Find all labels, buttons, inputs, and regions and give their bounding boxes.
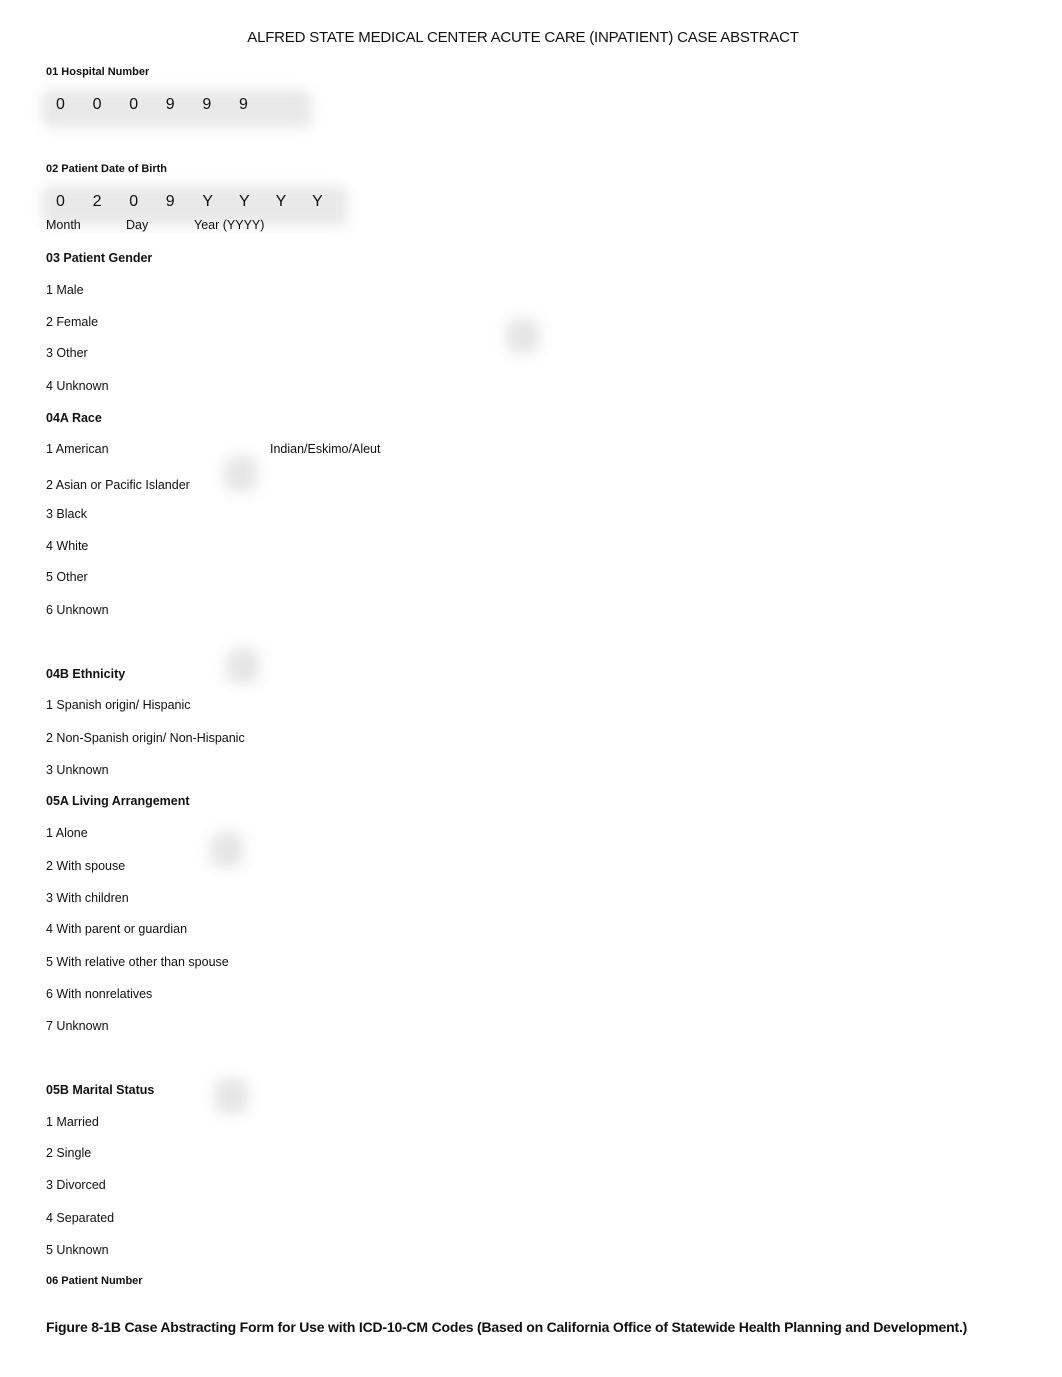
living-arrangement-code-box[interactable] xyxy=(210,832,244,868)
ethnicity-label: 04B Ethnicity xyxy=(46,667,126,681)
dob-day-label: Day xyxy=(126,218,149,232)
gender-option: 3 Other xyxy=(46,346,88,360)
ethnicity-option: 1 Spanish origin/ Hispanic xyxy=(46,698,191,712)
living-arrangement-option: 5 With relative other than spouse xyxy=(46,955,229,969)
race-option-continuation: Indian/Eskimo/Aleut xyxy=(270,442,381,456)
living-arrangement-option: 3 With children xyxy=(46,891,129,905)
dob-month-label: Month xyxy=(46,218,81,232)
dob-digit: Y xyxy=(275,193,287,210)
race-option: 4 White xyxy=(46,539,89,553)
marital-status-label: 05B Marital Status xyxy=(46,1083,155,1097)
figure-caption: Figure 8-1B Case Abstracting Form for Us… xyxy=(46,1319,968,1335)
hospital-number-digits: 0 0 0 9 9 9 xyxy=(56,96,276,114)
living-arrangement-option: 1 Alone xyxy=(46,826,88,840)
gender-option: 1 Male xyxy=(46,283,84,297)
patient-number-label: 06 Patient Number xyxy=(46,1275,143,1287)
marital-status-option: 3 Divorced xyxy=(46,1178,106,1192)
hospital-number-digit: 9 xyxy=(165,96,175,113)
dob-digit: Y xyxy=(238,193,250,210)
race-code-box[interactable] xyxy=(224,456,258,492)
ethnicity-option: 3 Unknown xyxy=(46,763,109,777)
gender-option: 4 Unknown xyxy=(46,379,109,393)
race-option: 2 Asian or Pacific Islander xyxy=(46,478,190,492)
marital-status-code-box[interactable] xyxy=(214,1078,248,1114)
dob-year-label: Year (YYYY) xyxy=(194,218,265,232)
living-arrangement-option: 4 With parent or guardian xyxy=(46,922,188,936)
dob-digit: 9 xyxy=(165,193,175,210)
form-title: ALFRED STATE MEDICAL CENTER ACUTE CARE (… xyxy=(247,29,799,46)
ethnicity-option: 2 Non-Spanish origin/ Non-Hispanic xyxy=(46,731,245,745)
marital-status-option: 1 Married xyxy=(46,1115,99,1129)
living-arrangement-label: 05A Living Arrangement xyxy=(46,794,190,808)
ethnicity-code-box[interactable] xyxy=(226,648,260,684)
gender-option: 2 Female xyxy=(46,315,99,329)
marital-status-option: 4 Separated xyxy=(46,1211,115,1225)
living-arrangement-option: 7 Unknown xyxy=(46,1019,109,1033)
dob-digit: 0 xyxy=(129,193,139,210)
marital-status-option: 5 Unknown xyxy=(46,1243,109,1257)
dob-digits: 0 2 0 9 Y Y Y Y xyxy=(56,193,349,211)
hospital-number-digit: 0 xyxy=(92,96,102,113)
dob-label: 02 Patient Date of Birth xyxy=(46,163,168,175)
living-arrangement-option: 6 With nonrelatives xyxy=(46,987,153,1001)
hospital-number-digit: 9 xyxy=(202,96,212,113)
race-option: 1 American xyxy=(46,442,109,456)
gender-code-box[interactable] xyxy=(506,318,540,354)
race-label: 04A Race xyxy=(46,411,102,425)
marital-status-option: 2 Single xyxy=(46,1146,92,1160)
dob-digit: Y xyxy=(202,193,214,210)
hospital-number-digit: 0 xyxy=(56,96,65,113)
hospital-number-label: 01 Hospital Number xyxy=(46,66,150,78)
race-option: 5 Other xyxy=(46,570,88,584)
race-option: 6 Unknown xyxy=(46,603,109,617)
dob-digit: Y xyxy=(312,193,323,210)
gender-label: 03 Patient Gender xyxy=(46,251,153,265)
dob-digit: 2 xyxy=(92,193,102,210)
hospital-number-digit: 0 xyxy=(129,96,139,113)
living-arrangement-option: 2 With spouse xyxy=(46,859,126,873)
race-option: 3 Black xyxy=(46,507,87,521)
hospital-number-digit: 9 xyxy=(238,96,248,113)
dob-digit: 0 xyxy=(56,193,65,210)
